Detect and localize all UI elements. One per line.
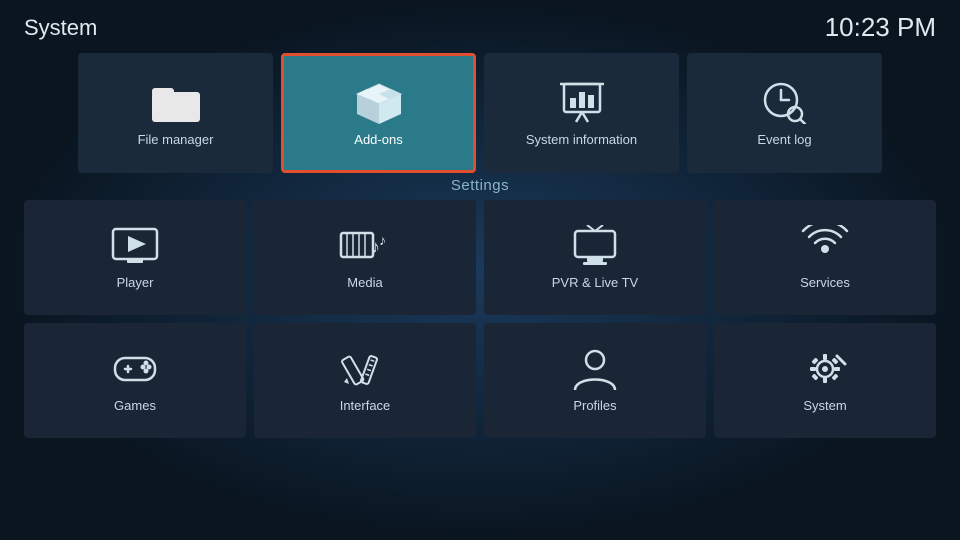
box-icon xyxy=(353,80,405,124)
system-page: System 10:23 PM File manager Add-ons xyxy=(0,0,960,540)
play-screen-icon xyxy=(109,225,161,267)
page-title: System xyxy=(24,15,97,41)
tile-label: Profiles xyxy=(573,398,616,413)
tile-label: Interface xyxy=(340,398,391,413)
tile-pvr-live-tv[interactable]: PVR & Live TV xyxy=(484,200,706,315)
tile-label: Add-ons xyxy=(354,132,402,147)
person-icon xyxy=(569,348,621,390)
presentation-icon xyxy=(556,80,608,124)
tile-label: File manager xyxy=(138,132,214,147)
pencil-ruler-icon xyxy=(339,348,391,390)
clock: 10:23 PM xyxy=(825,12,936,43)
top-row: File manager Add-ons xyxy=(0,47,960,173)
tile-player[interactable]: Player xyxy=(24,200,246,315)
settings-grid: Player ♪ ♪ Media xyxy=(0,200,960,438)
tile-label: PVR & Live TV xyxy=(552,275,638,290)
tv-icon xyxy=(569,225,621,267)
tile-label: Games xyxy=(114,398,156,413)
tile-interface[interactable]: Interface xyxy=(254,323,476,438)
tile-profiles[interactable]: Profiles xyxy=(484,323,706,438)
tile-event-log[interactable]: Event log xyxy=(687,53,882,173)
tile-add-ons[interactable]: Add-ons xyxy=(281,53,476,173)
tile-games[interactable]: Games xyxy=(24,323,246,438)
tile-services[interactable]: Services xyxy=(714,200,936,315)
tile-label: Event log xyxy=(757,132,811,147)
svg-text:♪: ♪ xyxy=(379,232,386,248)
tile-label: System xyxy=(803,398,846,413)
settings-label: Settings xyxy=(0,173,960,200)
wifi-circle-icon xyxy=(799,225,851,267)
clock-search-icon xyxy=(759,80,811,124)
tile-system-information[interactable]: System information xyxy=(484,53,679,173)
header: System 10:23 PM xyxy=(0,0,960,47)
settings-grid-inner: Player ♪ ♪ Media xyxy=(24,200,936,438)
tile-label: Services xyxy=(800,275,850,290)
tile-file-manager[interactable]: File manager xyxy=(78,53,273,173)
tile-media[interactable]: ♪ ♪ Media xyxy=(254,200,476,315)
tile-label: Player xyxy=(117,275,154,290)
media-icon: ♪ ♪ xyxy=(339,225,391,267)
gamepad-icon xyxy=(109,348,161,390)
folder-icon xyxy=(150,80,202,124)
tile-system[interactable]: System xyxy=(714,323,936,438)
tile-label: Media xyxy=(347,275,382,290)
gear-wrench-icon xyxy=(799,348,851,390)
tile-label: System information xyxy=(526,132,637,147)
